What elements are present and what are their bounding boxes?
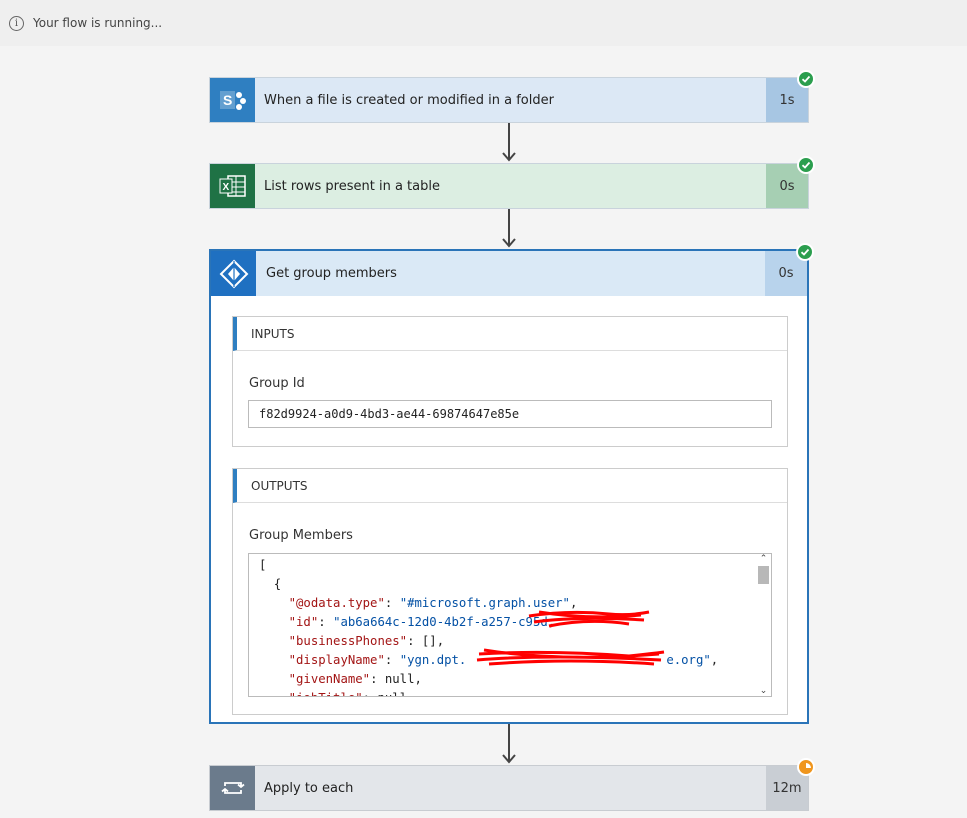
json-line: "displayName": "ygn.dpt. e.org",	[288, 653, 719, 667]
success-check-icon	[797, 70, 815, 88]
loop-icon	[210, 766, 255, 810]
step-card-get-group-members[interactable]: Get group members 0s INPUTS Group Id f82…	[209, 249, 809, 724]
step-card-apply-to-each[interactable]: Apply to each 12m	[209, 765, 809, 811]
step-title: Apply to each	[264, 780, 354, 796]
excel-icon: X	[210, 164, 255, 208]
json-line: {	[259, 577, 282, 591]
step-title: List rows present in a table	[264, 178, 440, 194]
connector-arrow	[499, 209, 519, 249]
step-header[interactable]: Get group members 0s	[211, 251, 807, 296]
connector-arrow	[499, 724, 519, 766]
outputs-header: OUTPUTS	[233, 469, 787, 503]
svg-text:S: S	[223, 92, 232, 108]
json-line: "jobTitle": null	[259, 689, 718, 696]
json-line: "givenName": null,	[288, 672, 422, 686]
step-title: When a file is created or modified in a …	[264, 92, 554, 108]
azure-ad-icon	[211, 251, 256, 296]
scroll-thumb[interactable]	[758, 566, 769, 584]
json-line: "businessPhones": [],	[288, 634, 445, 648]
json-line: "@odata.type": "#microsoft.graph.user",	[288, 596, 578, 610]
info-icon: i	[9, 15, 24, 31]
json-line: "id": "ab6a664c-12d0-4b2f-a257-c95d,	[288, 615, 556, 629]
scroll-down-icon[interactable]: ⌄	[758, 686, 769, 696]
group-id-label: Group Id	[249, 376, 305, 391]
svg-text:X: X	[222, 182, 229, 193]
group-members-json-viewer[interactable]: [ { "@odata.type": "#microsoft.graph.use…	[248, 553, 772, 697]
inputs-header: INPUTS	[233, 317, 787, 351]
json-scrollbar[interactable]: ⌃ ⌄	[756, 554, 771, 696]
json-line: [	[259, 558, 267, 572]
outputs-panel: OUTPUTS Group Members [ { "@odata.type":…	[232, 468, 788, 715]
connector-arrow	[499, 123, 519, 163]
json-content: [ { "@odata.type": "#microsoft.graph.use…	[259, 556, 719, 696]
status-bar: i Your flow is running...	[0, 0, 967, 46]
group-members-label: Group Members	[249, 528, 353, 543]
inputs-panel: INPUTS Group Id f82d9924-a0d9-4bd3-ae44-…	[232, 316, 788, 447]
group-id-field[interactable]: f82d9924-a0d9-4bd3-ae44-69874647e85e	[248, 400, 772, 428]
scroll-up-icon[interactable]: ⌃	[758, 554, 769, 564]
success-check-icon	[797, 156, 815, 174]
sharepoint-icon: S	[210, 78, 255, 122]
status-text: Your flow is running...	[33, 16, 163, 30]
step-title: Get group members	[266, 266, 397, 281]
step-card-trigger[interactable]: S When a file is created or modified in …	[209, 77, 809, 123]
step-card-list-rows[interactable]: X List rows present in a table 0s	[209, 163, 809, 209]
success-check-icon	[796, 243, 814, 261]
running-status-icon	[797, 758, 815, 776]
